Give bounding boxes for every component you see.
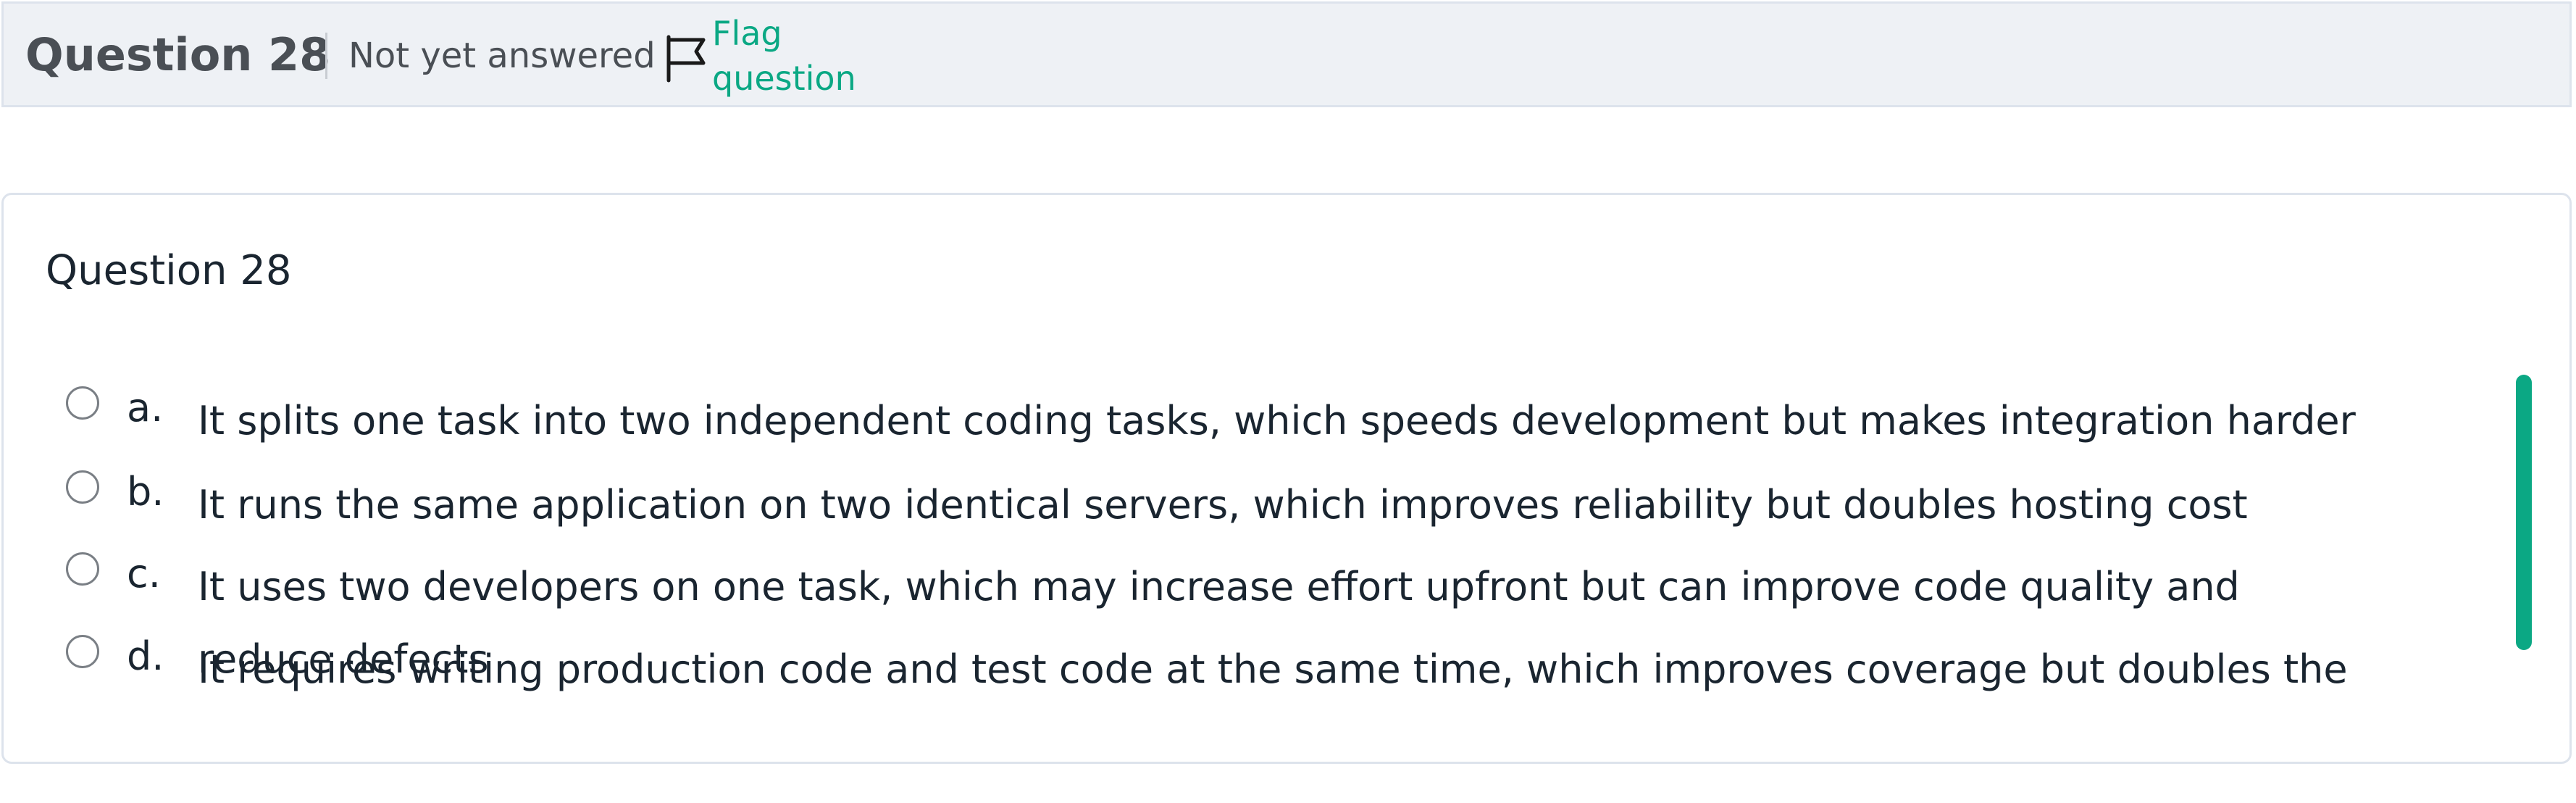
option-letter: b. — [127, 469, 164, 515]
option-text[interactable]: It runs the same application on two iden… — [198, 469, 2357, 541]
radio-button-a[interactable] — [66, 386, 99, 420]
scrollbar-thumb[interactable] — [2516, 375, 2532, 650]
option-letter: c. — [127, 551, 161, 596]
answer-option-c[interactable]: c. It uses two developers on one task, w… — [66, 551, 2456, 682]
question-number-heading: Question 28 — [25, 28, 331, 81]
option-text[interactable]: It splits one task into two independent … — [198, 385, 2357, 457]
answer-option-a[interactable]: a. It splits one task into two independe… — [66, 385, 2456, 444]
question-state: Not yet answered — [348, 36, 656, 76]
option-letter: a. — [127, 385, 164, 430]
quiz-page: Question 28 Not yet answered Flag questi… — [0, 0, 2576, 803]
radio-button-c[interactable] — [66, 552, 99, 586]
question-info-bar: Question 28 Not yet answered Flag questi… — [1, 1, 2572, 107]
radio-button-d[interactable] — [66, 635, 99, 668]
divider — [325, 33, 327, 79]
option-letter: d. — [127, 633, 164, 679]
option-text[interactable]: It requires writing production code and … — [198, 633, 2357, 706]
question-card: Question 28 a. It splits one task into t… — [1, 193, 2572, 764]
answer-option-d[interactable]: d. It requires writing production code a… — [66, 633, 2456, 693]
radio-button-b[interactable] — [66, 470, 99, 504]
flag-icon[interactable] — [663, 33, 709, 85]
answer-option-b[interactable]: b. It runs the same application on two i… — [66, 469, 2456, 528]
question-title: Question 28 — [46, 247, 292, 294]
flag-question-link[interactable]: Flag question — [712, 11, 886, 101]
